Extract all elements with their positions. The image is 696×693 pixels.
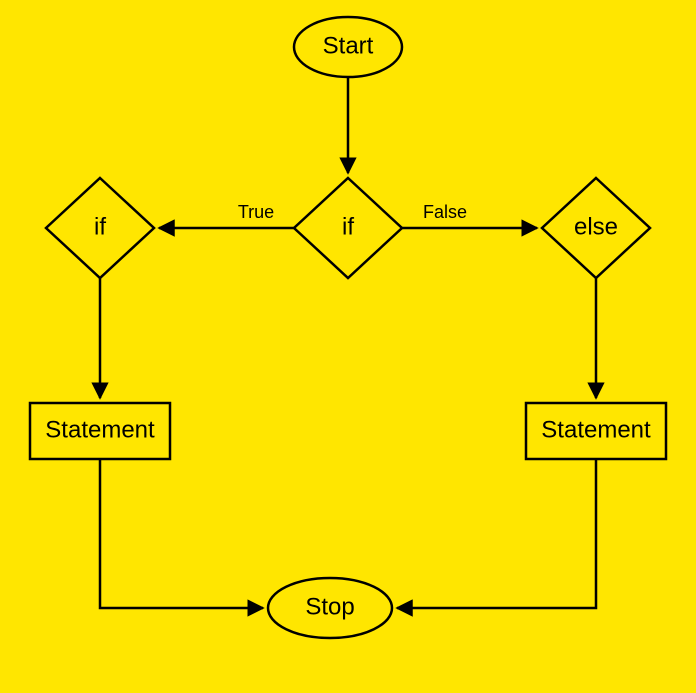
- arrow-stmt-right-to-stop: [397, 459, 596, 608]
- decision-left: if: [46, 178, 154, 278]
- decision-center-label: if: [342, 213, 354, 240]
- start-label: Start: [323, 32, 374, 59]
- decision-right: else: [542, 178, 650, 278]
- statement-left-label: Statement: [45, 416, 155, 443]
- edge-label-true: True: [238, 202, 274, 222]
- stop-node: Stop: [268, 578, 392, 638]
- statement-right: Statement: [526, 403, 666, 459]
- start-node: Start: [294, 17, 402, 77]
- edge-label-false: False: [423, 202, 467, 222]
- stop-label: Stop: [305, 593, 354, 620]
- arrow-stmt-left-to-stop: [100, 459, 263, 608]
- decision-center: if: [294, 178, 402, 278]
- decision-right-label: else: [574, 213, 618, 240]
- statement-left: Statement: [30, 403, 170, 459]
- flowchart: Start if if else True False Statement St…: [0, 0, 696, 693]
- statement-right-label: Statement: [541, 416, 651, 443]
- decision-left-label: if: [94, 213, 106, 240]
